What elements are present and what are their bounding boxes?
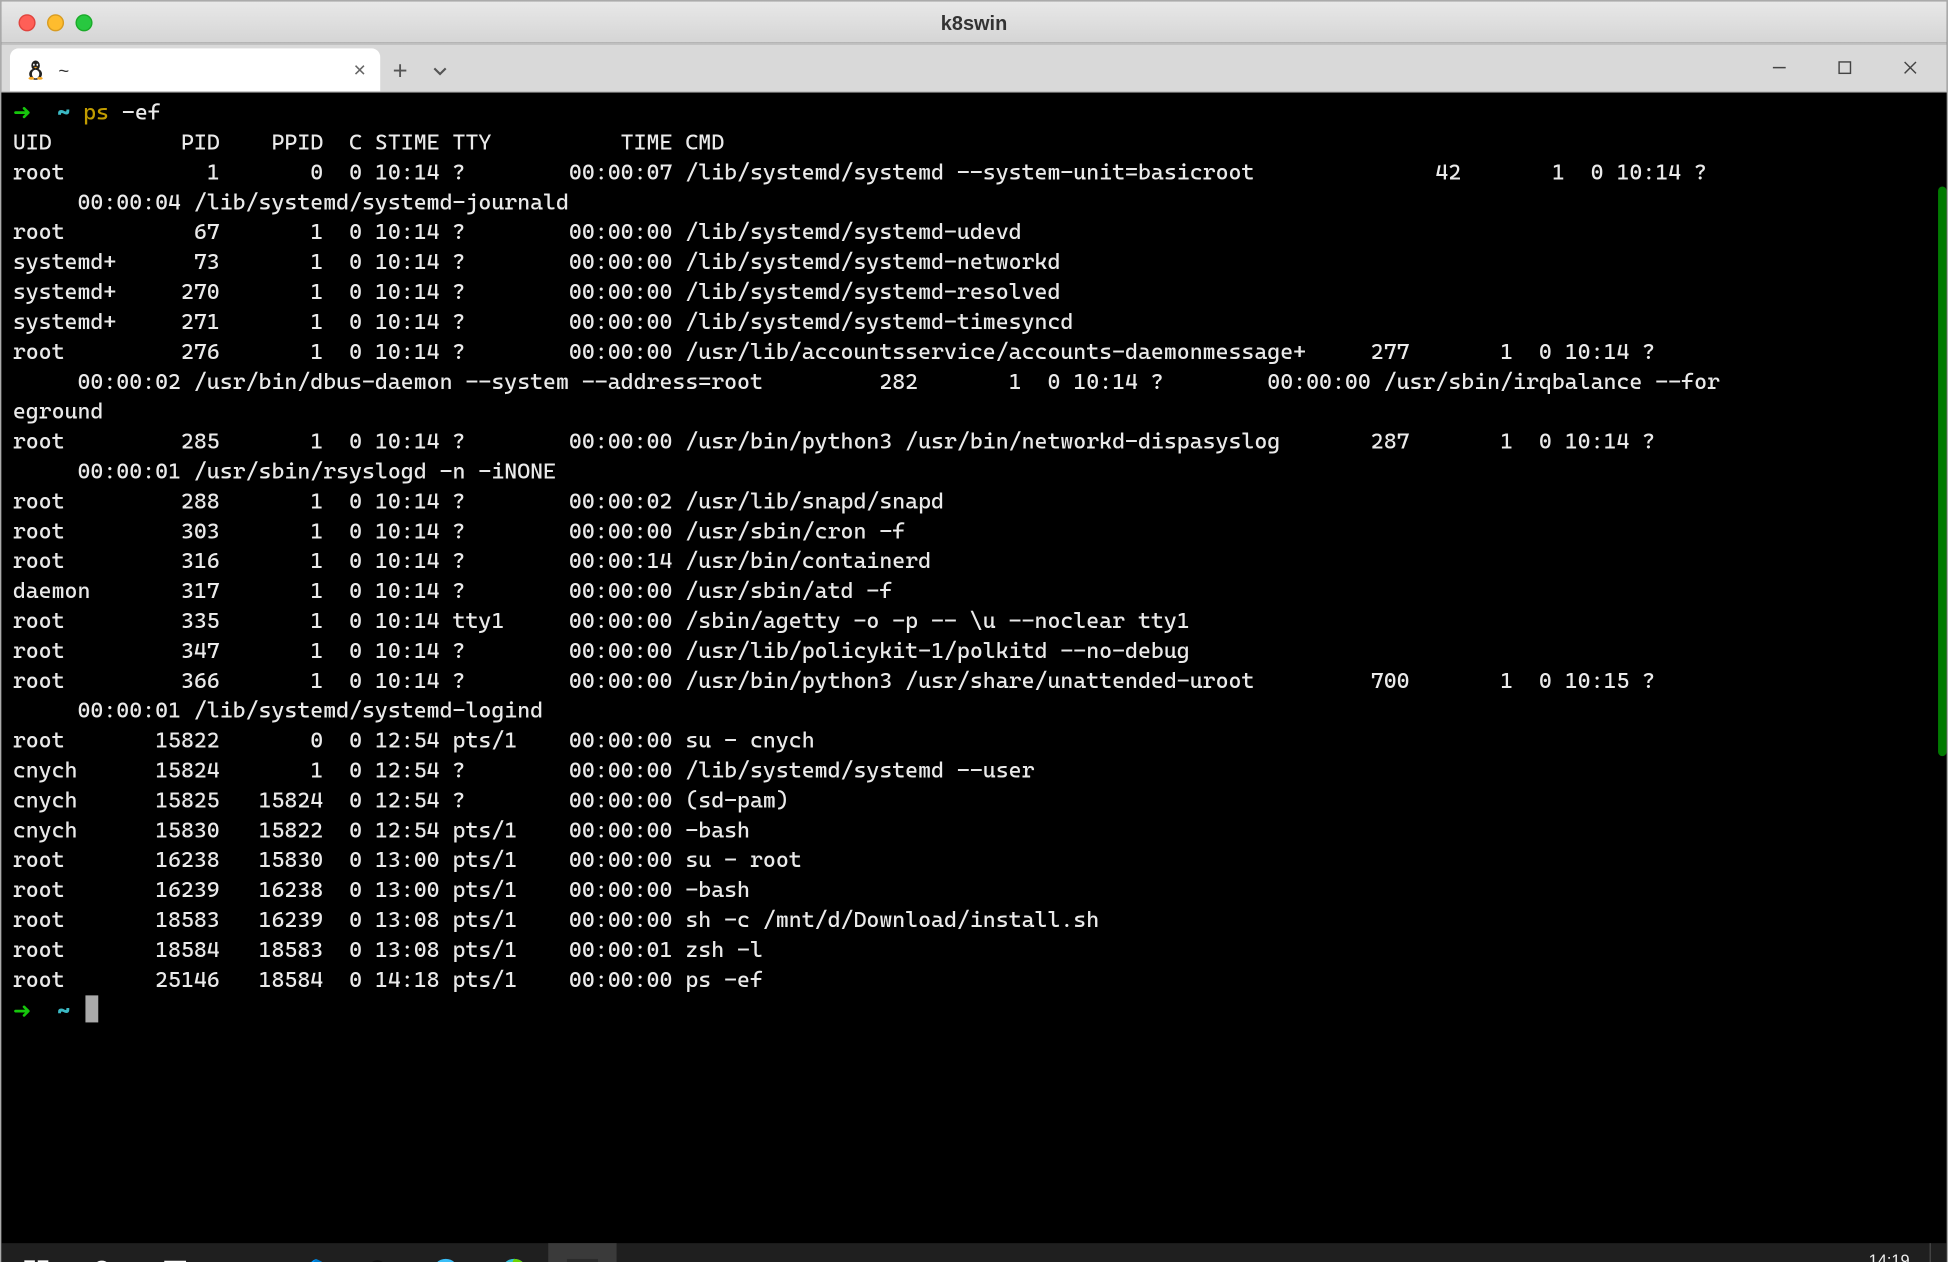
minimize-button[interactable] (1747, 47, 1810, 87)
close-button[interactable] (1878, 47, 1941, 87)
close-tab-icon[interactable]: × (353, 59, 365, 80)
window-title: k8swin (941, 11, 1008, 34)
taskbar-clock[interactable]: 14:19 2020/6/10 (1828, 1252, 1918, 1262)
browser1-icon[interactable] (412, 1243, 480, 1262)
start-button[interactable] (1, 1243, 69, 1262)
tux-icon (24, 58, 47, 81)
edge-icon[interactable] (480, 1243, 548, 1262)
scrollbar-thumb[interactable] (1938, 187, 1947, 757)
terminal-tab[interactable]: ~ × (10, 48, 380, 91)
zoom-window-dot[interactable] (75, 14, 92, 31)
search-button[interactable] (70, 1243, 138, 1262)
window-controls (1747, 47, 1941, 87)
qq-icon[interactable] (343, 1243, 411, 1262)
vscode-icon[interactable] (275, 1243, 343, 1262)
scrollbar-track[interactable] (1932, 93, 1946, 1262)
system-tray[interactable]: 英 (1625, 1258, 1817, 1262)
minimize-window-dot[interactable] (47, 14, 64, 31)
maximize-button[interactable] (1813, 47, 1876, 87)
task-view-button[interactable] (138, 1243, 206, 1262)
clock-time: 14:19 (1869, 1252, 1910, 1262)
traffic-lights (1, 14, 92, 31)
show-desktop-button[interactable] (1930, 1243, 1939, 1262)
close-window-dot[interactable] (19, 14, 36, 31)
terminal-window: k8swin ~ × + ➜ ~ ps -ef UID (0, 0, 1948, 1262)
file-explorer-icon[interactable] (206, 1243, 274, 1262)
tab-dropdown-icon[interactable] (420, 51, 460, 91)
new-tab-button[interactable]: + (380, 51, 420, 91)
tab-strip: ~ × + (1, 44, 1946, 92)
terminal-body[interactable]: ➜ ~ ps -ef UID PID PPID C STIME TTY TIME… (1, 93, 1946, 1262)
ime-indicator[interactable]: 英 (1764, 1258, 1783, 1262)
window-titlebar[interactable]: k8swin (1, 1, 1946, 44)
terminal-tab-label: ~ (58, 59, 69, 80)
terminal-taskbar-icon[interactable] (548, 1243, 616, 1262)
windows-taskbar: 英 14:19 2020/6/10 (1, 1243, 1946, 1262)
